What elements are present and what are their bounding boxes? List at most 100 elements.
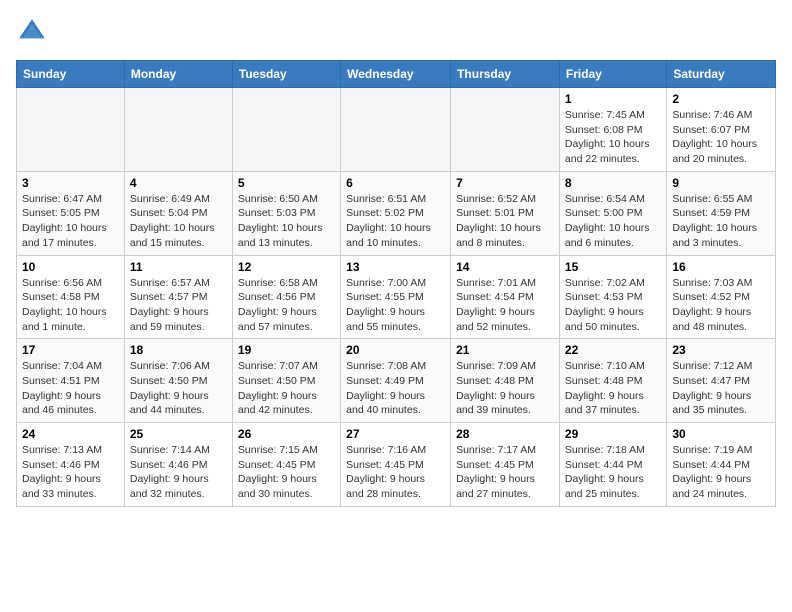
day-number: 10	[22, 260, 119, 274]
calendar-day-cell: 5 Sunrise: 6:50 AM Sunset: 5:03 PM Daylig…	[232, 171, 340, 255]
day-number: 17	[22, 343, 119, 357]
calendar-day-cell: 14Sunrise: 7:01 AM Sunset: 4:54 PM Dayli…	[451, 255, 560, 339]
calendar-day-cell: 7 Sunrise: 6:52 AM Sunset: 5:01 PM Daylig…	[451, 171, 560, 255]
day-info: Sunrise: 7:15 AM Sunset: 4:45 PM Dayligh…	[238, 443, 335, 502]
day-number: 20	[346, 343, 445, 357]
day-number: 5	[238, 176, 335, 190]
calendar-day-cell: 6 Sunrise: 6:51 AM Sunset: 5:02 PM Daylig…	[341, 171, 451, 255]
day-info: Sunrise: 6:49 AM Sunset: 5:04 PM Dayligh…	[130, 192, 227, 251]
day-number: 18	[130, 343, 227, 357]
day-number: 7	[456, 176, 554, 190]
day-number: 27	[346, 427, 445, 441]
day-info: Sunrise: 7:10 AM Sunset: 4:48 PM Dayligh…	[565, 359, 661, 418]
calendar-day-cell: 11 Sunrise: 6:57 AM Sunset: 4:57 PM Dayli…	[124, 255, 232, 339]
calendar-day-cell: 19 Sunrise: 7:07 AM Sunset: 4:50 PM Dayli…	[232, 339, 340, 423]
calendar-day-cell: 18 Sunrise: 7:06 AM Sunset: 4:50 PM Dayli…	[124, 339, 232, 423]
calendar-day-cell: 13 Sunrise: 7:00 AM Sunset: 4:55 PM Dayli…	[341, 255, 451, 339]
day-info: Sunrise: 7:14 AM Sunset: 4:46 PM Dayligh…	[130, 443, 227, 502]
calendar-day-cell: 9Sunrise: 6:55 AM Sunset: 4:59 PM Daylig…	[667, 171, 776, 255]
calendar-day-cell: 30 Sunrise: 7:19 AM Sunset: 4:44 PM Dayli…	[667, 423, 776, 507]
day-info: Sunrise: 7:03 AM Sunset: 4:52 PM Dayligh…	[672, 276, 770, 335]
calendar-header-row: SundayMondayTuesdayWednesdayThursdayFrid…	[17, 61, 776, 88]
logo	[16, 16, 52, 48]
calendar: SundayMondayTuesdayWednesdayThursdayFrid…	[16, 60, 776, 507]
calendar-day-cell: 1 Sunrise: 7:45 AM Sunset: 6:08 PM Daylig…	[559, 88, 666, 172]
day-info: Sunrise: 6:58 AM Sunset: 4:56 PM Dayligh…	[238, 276, 335, 335]
day-number: 6	[346, 176, 445, 190]
day-number: 29	[565, 427, 661, 441]
day-info: Sunrise: 7:07 AM Sunset: 4:50 PM Dayligh…	[238, 359, 335, 418]
weekday-header: Sunday	[17, 61, 125, 88]
calendar-day-cell: 23Sunrise: 7:12 AM Sunset: 4:47 PM Dayli…	[667, 339, 776, 423]
weekday-header: Monday	[124, 61, 232, 88]
day-number: 13	[346, 260, 445, 274]
calendar-week-row: 3 Sunrise: 6:47 AM Sunset: 5:05 PM Daylig…	[17, 171, 776, 255]
day-number: 2	[672, 92, 770, 106]
calendar-day-cell	[124, 88, 232, 172]
calendar-day-cell: 16Sunrise: 7:03 AM Sunset: 4:52 PM Dayli…	[667, 255, 776, 339]
calendar-day-cell: 10 Sunrise: 6:56 AM Sunset: 4:58 PM Dayli…	[17, 255, 125, 339]
calendar-day-cell: 2 Sunrise: 7:46 AM Sunset: 6:07 PM Daylig…	[667, 88, 776, 172]
day-info: Sunrise: 6:54 AM Sunset: 5:00 PM Dayligh…	[565, 192, 661, 251]
calendar-week-row: 24Sunrise: 7:13 AM Sunset: 4:46 PM Dayli…	[17, 423, 776, 507]
calendar-day-cell: 3 Sunrise: 6:47 AM Sunset: 5:05 PM Daylig…	[17, 171, 125, 255]
day-info: Sunrise: 7:00 AM Sunset: 4:55 PM Dayligh…	[346, 276, 445, 335]
day-info: Sunrise: 7:45 AM Sunset: 6:08 PM Dayligh…	[565, 108, 661, 167]
day-number: 19	[238, 343, 335, 357]
day-info: Sunrise: 6:47 AM Sunset: 5:05 PM Dayligh…	[22, 192, 119, 251]
calendar-day-cell: 26 Sunrise: 7:15 AM Sunset: 4:45 PM Dayli…	[232, 423, 340, 507]
day-info: Sunrise: 6:50 AM Sunset: 5:03 PM Dayligh…	[238, 192, 335, 251]
calendar-day-cell: 21 Sunrise: 7:09 AM Sunset: 4:48 PM Dayli…	[451, 339, 560, 423]
calendar-week-row: 17 Sunrise: 7:04 AM Sunset: 4:51 PM Dayli…	[17, 339, 776, 423]
day-number: 3	[22, 176, 119, 190]
day-number: 8	[565, 176, 661, 190]
day-number: 21	[456, 343, 554, 357]
calendar-day-cell: 27 Sunrise: 7:16 AM Sunset: 4:45 PM Dayli…	[341, 423, 451, 507]
calendar-day-cell: 28 Sunrise: 7:17 AM Sunset: 4:45 PM Dayli…	[451, 423, 560, 507]
calendar-week-row: 1 Sunrise: 7:45 AM Sunset: 6:08 PM Daylig…	[17, 88, 776, 172]
calendar-day-cell: 8 Sunrise: 6:54 AM Sunset: 5:00 PM Daylig…	[559, 171, 666, 255]
day-number: 28	[456, 427, 554, 441]
day-number: 14	[456, 260, 554, 274]
day-info: Sunrise: 7:09 AM Sunset: 4:48 PM Dayligh…	[456, 359, 554, 418]
calendar-day-cell: 17 Sunrise: 7:04 AM Sunset: 4:51 PM Dayli…	[17, 339, 125, 423]
day-info: Sunrise: 7:04 AM Sunset: 4:51 PM Dayligh…	[22, 359, 119, 418]
day-number: 12	[238, 260, 335, 274]
calendar-day-cell: 20 Sunrise: 7:08 AM Sunset: 4:49 PM Dayli…	[341, 339, 451, 423]
day-number: 26	[238, 427, 335, 441]
weekday-header: Thursday	[451, 61, 560, 88]
day-info: Sunrise: 7:19 AM Sunset: 4:44 PM Dayligh…	[672, 443, 770, 502]
calendar-day-cell	[341, 88, 451, 172]
calendar-day-cell: 12 Sunrise: 6:58 AM Sunset: 4:56 PM Dayli…	[232, 255, 340, 339]
calendar-day-cell	[451, 88, 560, 172]
day-number: 1	[565, 92, 661, 106]
day-info: Sunrise: 7:12 AM Sunset: 4:47 PM Dayligh…	[672, 359, 770, 418]
calendar-day-cell: 15Sunrise: 7:02 AM Sunset: 4:53 PM Dayli…	[559, 255, 666, 339]
logo-icon	[16, 16, 48, 48]
weekday-header: Tuesday	[232, 61, 340, 88]
calendar-day-cell: 29Sunrise: 7:18 AM Sunset: 4:44 PM Dayli…	[559, 423, 666, 507]
calendar-week-row: 10 Sunrise: 6:56 AM Sunset: 4:58 PM Dayli…	[17, 255, 776, 339]
day-number: 24	[22, 427, 119, 441]
day-number: 11	[130, 260, 227, 274]
weekday-header: Friday	[559, 61, 666, 88]
day-number: 30	[672, 427, 770, 441]
calendar-day-cell: 4 Sunrise: 6:49 AM Sunset: 5:04 PM Daylig…	[124, 171, 232, 255]
day-info: Sunrise: 7:16 AM Sunset: 4:45 PM Dayligh…	[346, 443, 445, 502]
day-info: Sunrise: 6:52 AM Sunset: 5:01 PM Dayligh…	[456, 192, 554, 251]
day-info: Sunrise: 7:17 AM Sunset: 4:45 PM Dayligh…	[456, 443, 554, 502]
calendar-day-cell: 22Sunrise: 7:10 AM Sunset: 4:48 PM Dayli…	[559, 339, 666, 423]
day-number: 9	[672, 176, 770, 190]
day-info: Sunrise: 6:51 AM Sunset: 5:02 PM Dayligh…	[346, 192, 445, 251]
day-info: Sunrise: 6:57 AM Sunset: 4:57 PM Dayligh…	[130, 276, 227, 335]
calendar-day-cell: 24Sunrise: 7:13 AM Sunset: 4:46 PM Dayli…	[17, 423, 125, 507]
day-info: Sunrise: 7:08 AM Sunset: 4:49 PM Dayligh…	[346, 359, 445, 418]
day-info: Sunrise: 6:56 AM Sunset: 4:58 PM Dayligh…	[22, 276, 119, 335]
day-info: Sunrise: 7:46 AM Sunset: 6:07 PM Dayligh…	[672, 108, 770, 167]
day-info: Sunrise: 7:06 AM Sunset: 4:50 PM Dayligh…	[130, 359, 227, 418]
day-number: 4	[130, 176, 227, 190]
calendar-day-cell: 25Sunrise: 7:14 AM Sunset: 4:46 PM Dayli…	[124, 423, 232, 507]
header	[16, 16, 776, 48]
day-number: 15	[565, 260, 661, 274]
calendar-day-cell	[17, 88, 125, 172]
